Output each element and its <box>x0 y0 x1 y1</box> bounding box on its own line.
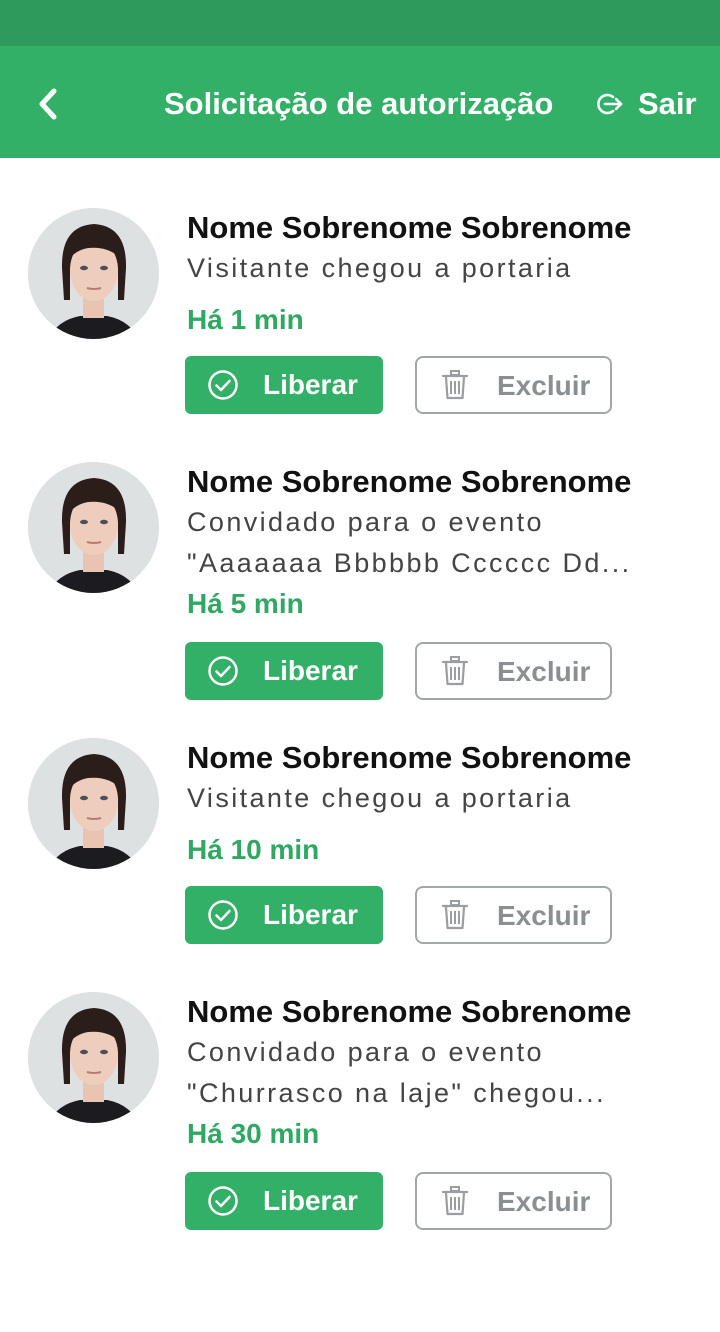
delete-button[interactable]: Excluir <box>415 356 612 414</box>
visitor-name: Nome Sobrenome Sobrenome <box>187 464 632 499</box>
check-circle-icon <box>208 900 238 930</box>
check-circle-icon <box>208 370 238 400</box>
approve-label: Liberar <box>263 655 358 686</box>
elapsed-time: Há 5 min <box>187 588 304 619</box>
approve-label: Liberar <box>263 1185 358 1216</box>
trash-icon <box>441 1186 469 1216</box>
request-description: Visitante chegou a portaria <box>187 783 573 813</box>
approve-button[interactable]: Liberar <box>185 356 383 414</box>
back-button[interactable] <box>24 80 72 128</box>
trash-icon <box>441 370 469 400</box>
approve-button[interactable]: Liberar <box>185 1172 383 1230</box>
avatar <box>28 992 159 1123</box>
page-title: Solicitação de autorização <box>164 86 554 121</box>
logout-icon <box>597 93 623 115</box>
approve-button[interactable]: Liberar <box>185 886 383 944</box>
visitor-name: Nome Sobrenome Sobrenome <box>187 210 632 245</box>
delete-label: Excluir <box>497 1186 591 1217</box>
request-description: "Churrasco na laje" chegou... <box>187 1078 606 1108</box>
trash-icon <box>441 656 469 686</box>
approve-label: Liberar <box>263 899 358 930</box>
delete-button[interactable]: Excluir <box>415 1172 612 1230</box>
approve-label: Liberar <box>263 369 358 400</box>
avatar <box>28 462 159 593</box>
delete-button[interactable]: Excluir <box>415 886 612 944</box>
delete-label: Excluir <box>497 900 591 931</box>
status-bar <box>0 0 720 46</box>
request-description: "Aaaaaaa Bbbbbb Cccccc Dd... <box>187 548 632 578</box>
check-circle-icon <box>208 656 238 686</box>
logout-label: Sair <box>638 86 697 121</box>
trash-icon <box>441 900 469 930</box>
request-description: Convidado para o evento <box>187 1037 544 1067</box>
elapsed-time: Há 1 min <box>187 304 304 335</box>
request-description: Visitante chegou a portaria <box>187 253 573 283</box>
elapsed-time: Há 30 min <box>187 1118 320 1149</box>
chevron-left-icon <box>39 88 57 120</box>
delete-label: Excluir <box>497 370 591 401</box>
request-description: Convidado para o evento <box>187 507 544 537</box>
app-bar: Solicitação de autorização Sair <box>0 46 720 158</box>
avatar <box>28 738 159 869</box>
delete-button[interactable]: Excluir <box>415 642 612 700</box>
visitor-name: Nome Sobrenome Sobrenome <box>187 740 632 775</box>
avatar <box>28 208 159 339</box>
delete-label: Excluir <box>497 656 591 687</box>
logout-button[interactable]: Sair <box>594 82 697 126</box>
approve-button[interactable]: Liberar <box>185 642 383 700</box>
visitor-name: Nome Sobrenome Sobrenome <box>187 994 632 1029</box>
elapsed-time: Há 10 min <box>187 834 320 865</box>
check-circle-icon <box>208 1186 238 1216</box>
